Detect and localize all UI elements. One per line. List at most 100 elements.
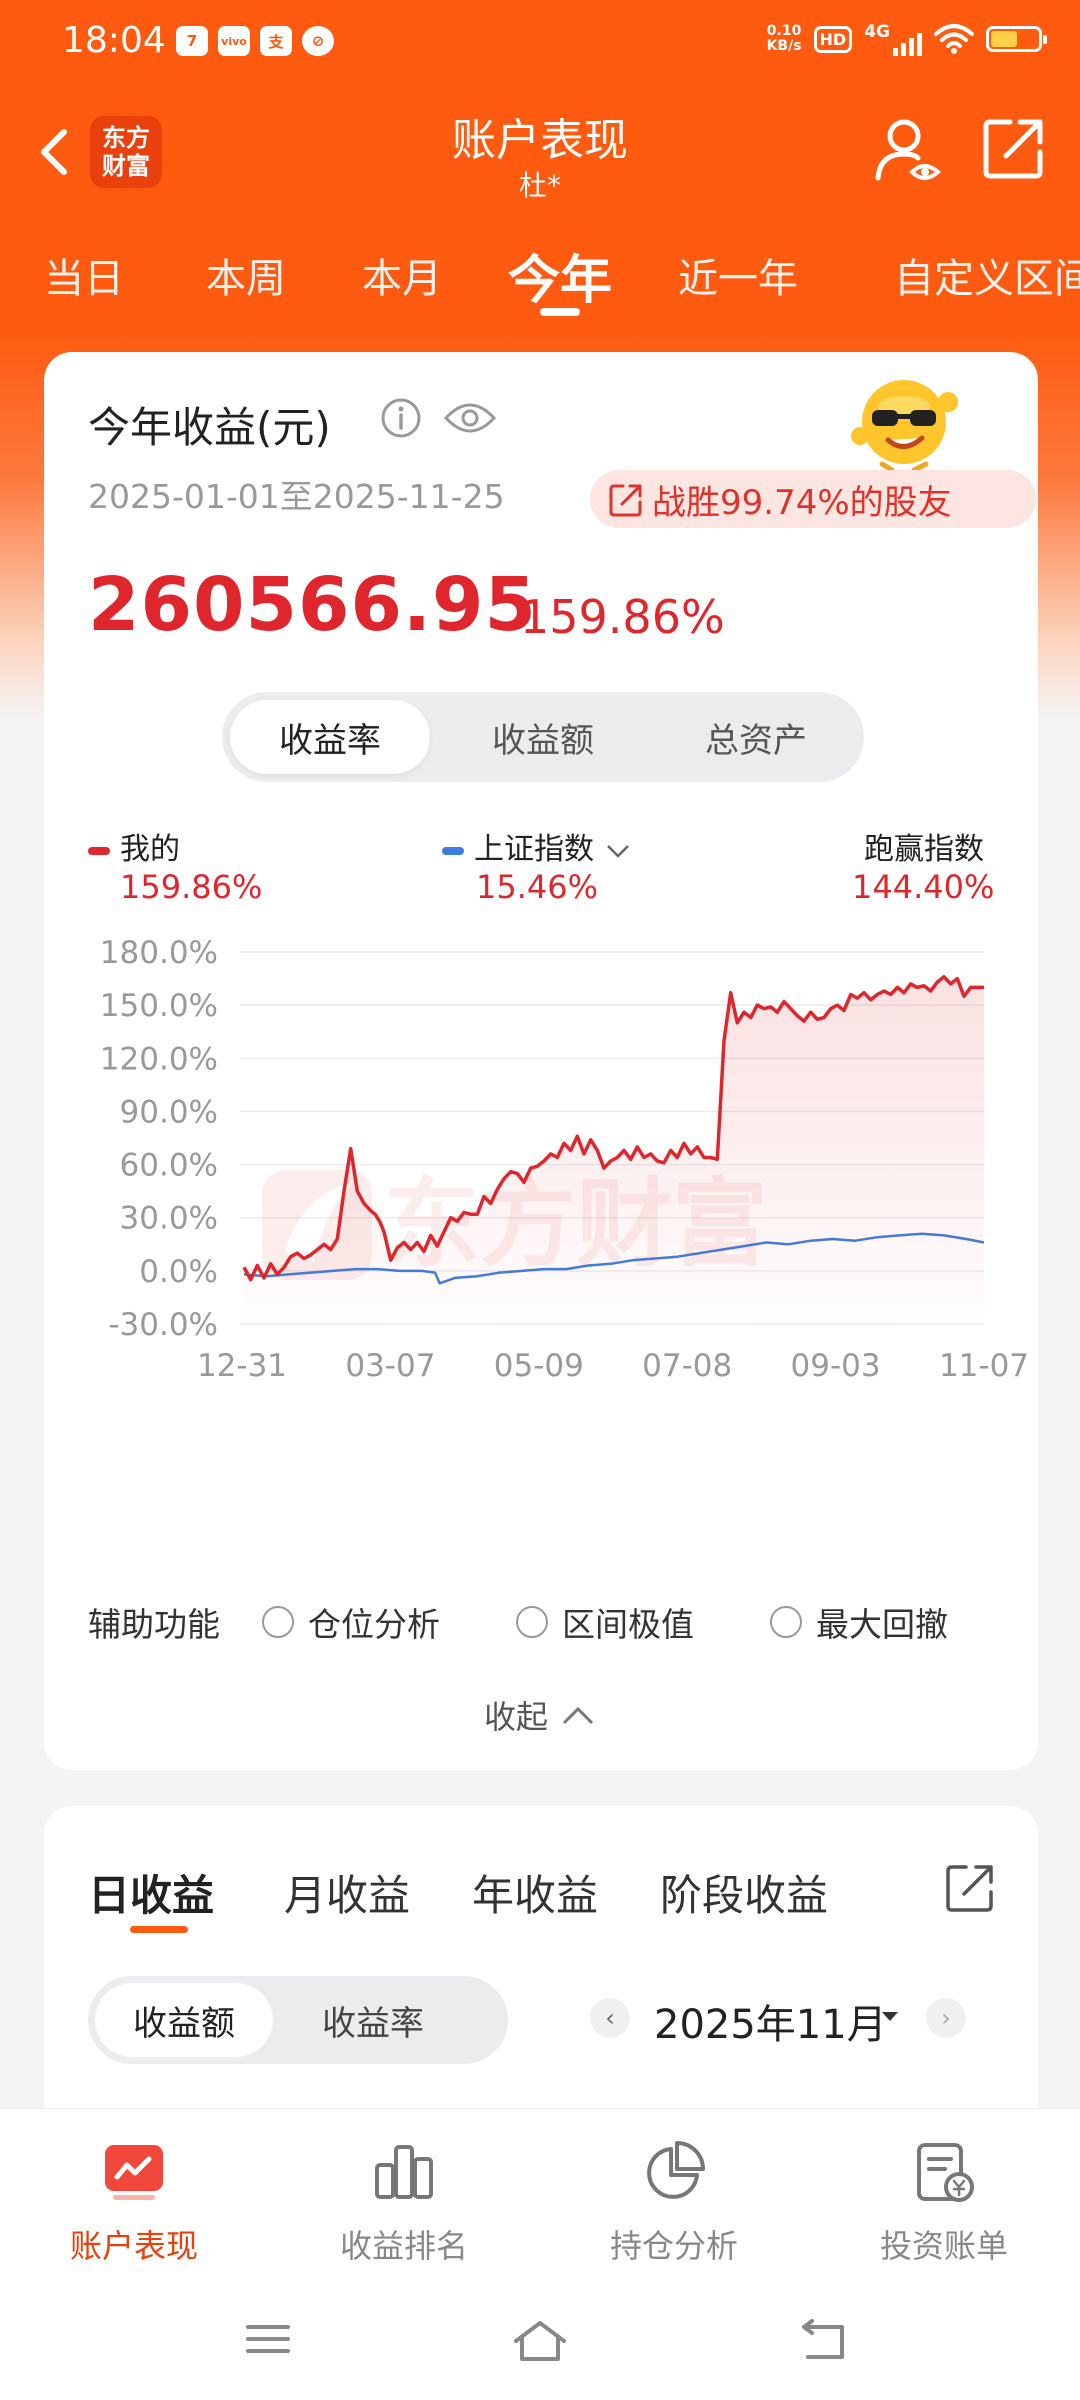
share-icon[interactable] xyxy=(944,1862,996,1914)
period-tabs: 当日 本周 本月 今年 近一年 自定义区间 xyxy=(0,232,1080,322)
aux-max-drawdown[interactable]: 最大回撤 xyxy=(770,1598,948,1646)
tab-this-month[interactable]: 本月 xyxy=(362,246,442,304)
x-tick-label: 09-03 xyxy=(791,1348,881,1384)
nav-investment-bill[interactable]: 投资账单 xyxy=(844,2137,1044,2267)
aux-range-extremes[interactable]: 区间极值 xyxy=(516,1598,694,1646)
app-header: 东方 财富 账户表现 杜* xyxy=(0,96,1080,206)
status-bar: 18:04 7 vivo 支 ⊘ 0.10 KB/s HD 4G xyxy=(0,0,1080,84)
tab-stage-return[interactable]: 阶段收益 xyxy=(660,1862,828,1923)
max-drawdown-radio[interactable] xyxy=(770,1606,802,1638)
nav-holdings-analysis[interactable]: 持仓分析 xyxy=(574,2137,774,2267)
x-tick-label: 12-31 xyxy=(197,1348,287,1384)
cool-emoji-mascot-icon xyxy=(851,380,958,473)
chart-card-icon xyxy=(105,2145,163,2200)
tab-today[interactable]: 当日 xyxy=(44,246,124,304)
legend-mine-swatch xyxy=(88,846,110,855)
status-app-icons: 7 vivo 支 ⊘ xyxy=(176,26,334,56)
metric-tab-return-rate[interactable]: 收益率 xyxy=(230,700,430,774)
vivo-app-icon: vivo xyxy=(218,26,250,56)
prev-month-button[interactable]: ‹ xyxy=(590,1998,630,2038)
range-extremes-radio[interactable] xyxy=(516,1606,548,1638)
user-privacy-icon[interactable] xyxy=(872,116,944,188)
tab-daily-return[interactable]: 日收益 xyxy=(88,1862,214,1923)
legend-index-value: 15.46% xyxy=(476,868,599,906)
notification-app-icon: 7 xyxy=(176,26,208,56)
alipay-app-icon: 支 xyxy=(260,26,292,56)
aux-position-analysis[interactable]: 仓位分析 xyxy=(262,1598,440,1646)
daily-tab-amount[interactable]: 收益额 xyxy=(95,1983,273,2057)
signal-icon: 4G xyxy=(864,22,922,56)
total-return-percent: 159.86% xyxy=(520,590,725,644)
y-tick-label: -30.0% xyxy=(108,1307,218,1343)
share-small-icon xyxy=(609,484,642,517)
position-analysis-radio[interactable] xyxy=(262,1606,294,1638)
tab-this-year[interactable]: 今年 xyxy=(508,238,612,313)
collapse-button[interactable]: 收起 xyxy=(484,1692,596,1738)
legend-mine-value: 159.86% xyxy=(120,868,263,906)
bill-icon xyxy=(917,2143,974,2202)
back-nav-icon[interactable] xyxy=(798,2319,850,2363)
x-tick-label: 07-08 xyxy=(642,1348,732,1384)
y-tick-label: 30.0% xyxy=(120,1201,218,1237)
pie-chart-icon xyxy=(647,2141,705,2199)
legend-mine: 我的 xyxy=(88,824,180,868)
hd-badge: HD xyxy=(813,25,853,53)
returns-calendar-card: 日收益 月收益 年收益 阶段收益 收益额 收益率 ‹ 2025年11月 › xyxy=(44,1806,1038,2146)
status-right: 0.10 KB/s HD 4G xyxy=(766,22,1047,56)
daily-tab-rate[interactable]: 收益率 xyxy=(284,1983,462,2057)
y-tick-label: 120.0% xyxy=(100,1041,218,1077)
bar-ranking-icon xyxy=(375,2145,433,2199)
home-icon[interactable] xyxy=(512,2319,568,2363)
net-speed: 0.10 KB/s xyxy=(766,23,802,54)
nav-label: 投资账单 xyxy=(879,2227,1008,2265)
eye-icon[interactable] xyxy=(442,396,498,440)
caret-down-icon xyxy=(882,2012,898,2021)
tab-last-year[interactable]: 近一年 xyxy=(678,246,798,304)
x-tick-label: 03-07 xyxy=(345,1348,435,1384)
series-area-mine xyxy=(244,976,984,1324)
beat-peers-badge[interactable]: 战胜99.74%的股友 xyxy=(590,470,1036,528)
wifi-icon xyxy=(934,24,974,54)
y-tick-label: 60.0% xyxy=(120,1148,218,1184)
y-tick-label: 90.0% xyxy=(120,1094,218,1130)
daily-tab-indicator xyxy=(130,1926,188,1933)
legend-index-swatch xyxy=(442,846,464,855)
x-tick-label: 05-09 xyxy=(494,1348,584,1384)
y-tick-label: 150.0% xyxy=(100,988,218,1024)
battery-icon xyxy=(986,26,1047,52)
yearly-return-card: 今年收益(元) 2025-01-01至2025-11-25 战胜99.74%的股… xyxy=(44,352,1038,1770)
aux-functions-label: 辅助功能 xyxy=(88,1605,220,1644)
metric-segmented-control: 收益率 收益额 总资产 xyxy=(222,692,864,782)
legend-index-selector[interactable]: 上证指数 xyxy=(442,824,632,868)
nav-label: 账户表现 xyxy=(69,2227,198,2265)
share-icon[interactable] xyxy=(982,116,1046,180)
tab-monthly-return[interactable]: 月收益 xyxy=(284,1862,410,1923)
legend-outperform-value: 144.40% xyxy=(852,868,995,906)
metric-tab-return-amount[interactable]: 收益额 xyxy=(443,700,643,774)
menu-icon[interactable] xyxy=(244,2319,292,2359)
total-return-amount: 260566.95 xyxy=(88,562,538,648)
chevron-up-icon xyxy=(562,1706,594,1725)
nav-account-performance[interactable]: 账户表现 xyxy=(34,2137,234,2267)
metric-tab-total-assets[interactable]: 总资产 xyxy=(656,700,856,774)
nav-label: 收益排名 xyxy=(339,2227,468,2265)
next-month-button[interactable]: › xyxy=(926,1998,966,2038)
info-icon[interactable] xyxy=(379,396,423,440)
date-range: 2025-01-01至2025-11-25 xyxy=(88,477,505,516)
bottom-navigation: 账户表现 收益排名 持仓分析 投资账单 xyxy=(0,2108,1080,2400)
y-tick-label: 180.0% xyxy=(100,935,218,971)
y-tick-label: 0.0% xyxy=(139,1254,218,1290)
nav-return-ranking[interactable]: 收益排名 xyxy=(304,2137,504,2267)
ball-app-icon: ⊘ xyxy=(302,26,334,56)
return-line-chart[interactable]: 东方财富 180.0%150.0%120.0%90.0%60.0%30.0%0.… xyxy=(44,912,1038,1522)
tab-yearly-return[interactable]: 年收益 xyxy=(472,1862,598,1923)
nav-label: 持仓分析 xyxy=(609,2227,738,2265)
card-title: 今年收益(元) xyxy=(88,403,331,452)
month-selector[interactable]: 2025年11月 xyxy=(654,1992,887,2050)
x-tick-label: 11-07 xyxy=(939,1348,1029,1384)
tab-this-week[interactable]: 本周 xyxy=(206,246,286,304)
daily-metric-toggle: 收益额 收益率 xyxy=(88,1976,508,2064)
chevron-down-icon xyxy=(606,844,629,858)
legend-outperform-label: 跑赢指数 xyxy=(864,832,984,867)
tab-custom-range[interactable]: 自定义区间 xyxy=(894,246,1080,304)
